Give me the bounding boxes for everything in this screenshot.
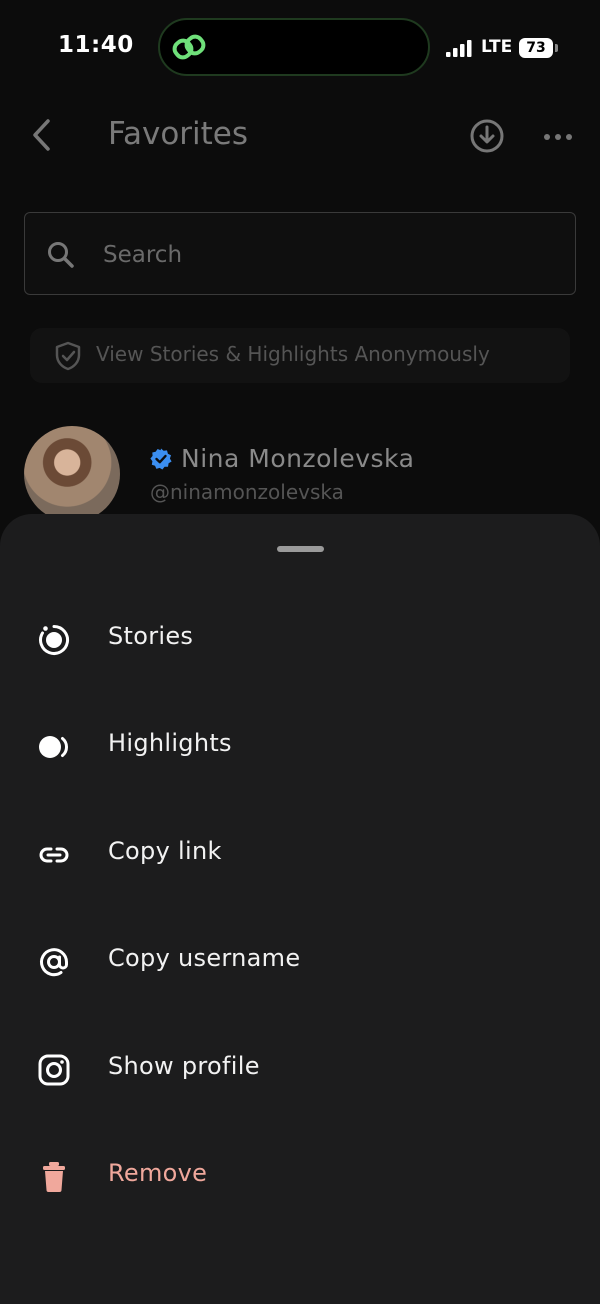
at-icon bbox=[37, 945, 71, 979]
menu-label: Show profile bbox=[108, 1052, 260, 1080]
search-input[interactable] bbox=[101, 233, 555, 277]
signal-icon bbox=[446, 40, 474, 62]
stories-icon bbox=[37, 623, 71, 657]
search-icon bbox=[45, 239, 77, 275]
status-bar: 11:40 LTE 73 bbox=[0, 0, 600, 96]
menu-item-stories[interactable]: Stories bbox=[0, 599, 600, 679]
battery-icon: 73 bbox=[519, 38, 558, 58]
menu-item-show-profile[interactable]: Show profile bbox=[0, 1029, 600, 1109]
menu-item-copy-username[interactable]: Copy username bbox=[0, 921, 600, 1001]
dynamic-island bbox=[158, 18, 430, 76]
app-activity-icon bbox=[172, 32, 208, 68]
anonymous-banner-label: View Stories & Highlights Anonymously bbox=[96, 342, 490, 366]
anonymous-banner[interactable]: View Stories & Highlights Anonymously bbox=[30, 328, 570, 383]
avatar[interactable] bbox=[24, 426, 120, 522]
search-box[interactable] bbox=[24, 212, 576, 295]
highlights-icon bbox=[37, 730, 71, 764]
page-title: Favorites bbox=[108, 116, 249, 152]
network-type: LTE bbox=[481, 37, 513, 57]
profile-handle: @ninamonzolevska bbox=[150, 480, 344, 504]
shield-icon bbox=[54, 341, 82, 375]
status-time: 11:40 bbox=[58, 32, 134, 58]
menu-label: Highlights bbox=[108, 729, 232, 757]
menu-label: Copy username bbox=[108, 944, 301, 972]
profile-name: Nina Monzolevska bbox=[181, 444, 415, 473]
battery-level: 73 bbox=[519, 38, 553, 58]
back-icon[interactable] bbox=[28, 116, 58, 158]
more-options-icon[interactable] bbox=[542, 128, 574, 147]
menu-label: Stories bbox=[108, 622, 194, 650]
action-sheet: Stories Highlights Copy link Copy userna… bbox=[0, 514, 600, 1304]
link-icon bbox=[37, 838, 71, 872]
menu-label: Copy link bbox=[108, 837, 222, 865]
download-icon[interactable] bbox=[469, 118, 505, 158]
menu-item-copy-link[interactable]: Copy link bbox=[0, 814, 600, 894]
menu-label: Remove bbox=[108, 1159, 208, 1187]
menu-item-highlights[interactable]: Highlights bbox=[0, 706, 600, 786]
sheet-grabber[interactable] bbox=[277, 546, 324, 552]
instagram-icon bbox=[37, 1053, 71, 1087]
trash-icon bbox=[37, 1160, 71, 1194]
menu-item-remove[interactable]: Remove bbox=[0, 1136, 600, 1216]
verified-badge-icon bbox=[149, 447, 173, 475]
